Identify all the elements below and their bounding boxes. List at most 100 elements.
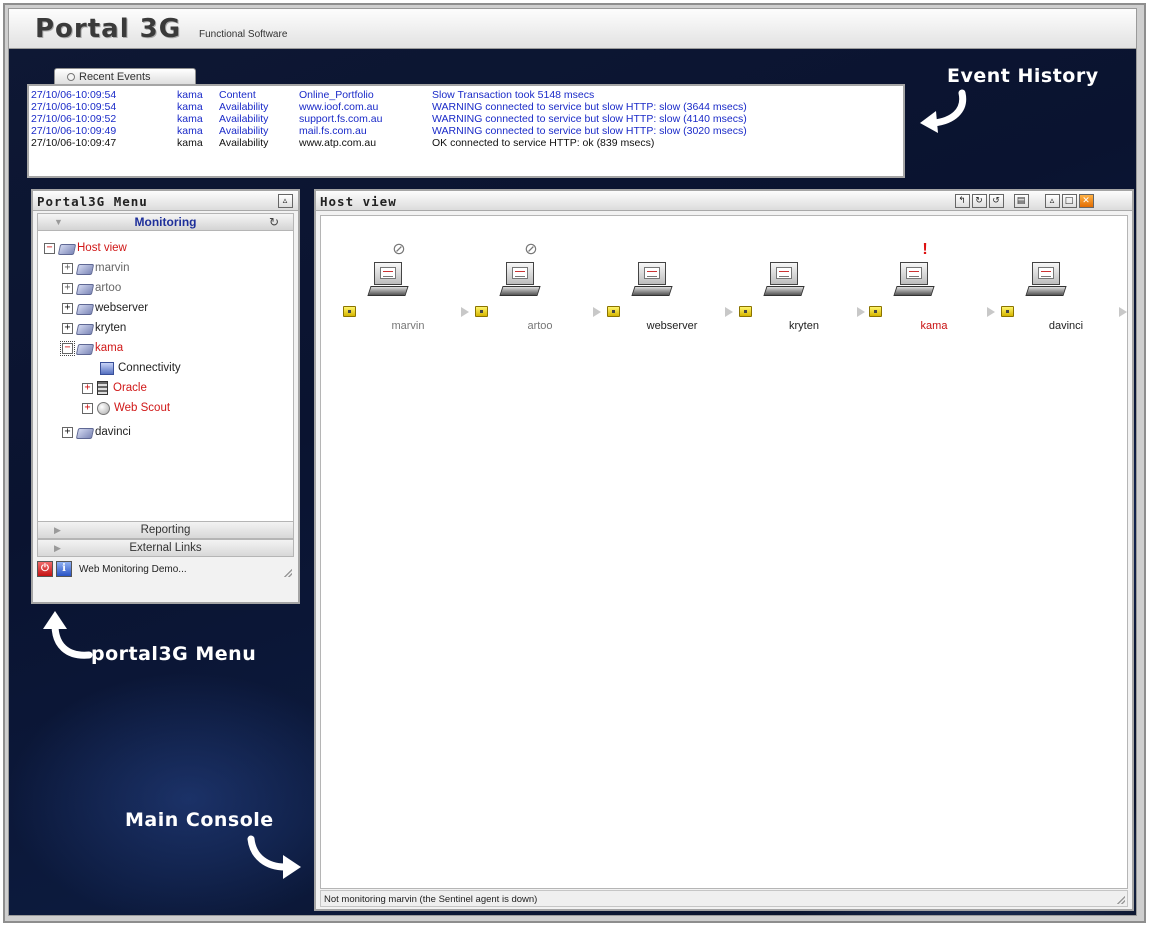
- event-time: 27/10/06-10:09:54: [31, 89, 117, 101]
- tree-node-label: kryten: [95, 322, 127, 334]
- prohibited-icon: ⊘: [524, 241, 538, 258]
- collapsed-triangle-icon: ▶: [54, 543, 61, 553]
- collapse-toggle-icon[interactable]: −: [60, 340, 75, 356]
- exclamation-icon: !: [922, 241, 928, 258]
- host-icon: [77, 322, 93, 334]
- play-icon[interactable]: [1119, 307, 1127, 317]
- back-icon[interactable]: ↰: [955, 194, 970, 208]
- expand-toggle-icon[interactable]: +: [62, 282, 73, 294]
- host-kama[interactable]: ! kama: [869, 240, 999, 345]
- expand-toggle-icon[interactable]: +: [62, 322, 73, 334]
- tree-node-label: marvin: [95, 262, 130, 274]
- tree-node-artoo[interactable]: + artoo: [62, 279, 121, 297]
- event-time: 27/10/06-10:09:47: [31, 137, 117, 149]
- event-row[interactable]: 27/10/06-10:09:52 kama Availability supp…: [31, 113, 901, 125]
- recent-events-list: 27/10/06-10:09:54 kama Content Online_Po…: [27, 84, 905, 178]
- event-row[interactable]: 27/10/06-10:09:54 kama Content Online_Po…: [31, 89, 901, 101]
- tree-node-kryten[interactable]: + kryten: [62, 319, 126, 337]
- info-icon[interactable]: i: [56, 561, 72, 577]
- expand-toggle-icon[interactable]: +: [62, 302, 73, 314]
- host-webserver[interactable]: webserver: [607, 240, 737, 345]
- host-icon: [77, 282, 93, 294]
- accordion-reporting[interactable]: ▶ Reporting: [37, 521, 294, 539]
- tree-node-kama[interactable]: − kama: [60, 339, 123, 357]
- event-service: support.fs.com.au: [299, 113, 383, 125]
- accordion-monitoring-label: Monitoring: [134, 215, 197, 229]
- tree-node-label: Web Scout: [114, 402, 171, 414]
- event-host: kama: [177, 137, 203, 149]
- event-type: Content: [219, 89, 256, 101]
- folder-icon[interactable]: [607, 306, 620, 317]
- host-marvin[interactable]: ⊘ marvin: [343, 240, 473, 345]
- tree-node-connectivity[interactable]: Connectivity: [100, 359, 181, 377]
- refresh-icon[interactable]: ↻: [269, 214, 279, 230]
- folder-icon[interactable]: [869, 306, 882, 317]
- event-row[interactable]: 27/10/06-10:09:54 kama Availability www.…: [31, 101, 901, 113]
- resize-grip-icon[interactable]: [1117, 896, 1125, 904]
- folder-icon[interactable]: [739, 306, 752, 317]
- print-icon[interactable]: ▤: [1014, 194, 1029, 208]
- reload-icon[interactable]: ↺: [989, 194, 1004, 208]
- brand-logo: Portal 3G: [35, 14, 182, 44]
- tree-node-host-view[interactable]: − Host view: [44, 239, 127, 257]
- event-type: Availability: [219, 125, 269, 137]
- expand-toggle-icon[interactable]: +: [82, 382, 93, 394]
- tree-node-oracle[interactable]: + Oracle: [82, 379, 147, 397]
- event-host: kama: [177, 101, 203, 113]
- refresh-icon[interactable]: ↻: [972, 194, 987, 208]
- tree-node-label: Oracle: [113, 382, 147, 394]
- host-view-header: Host view ↰ ↻ ↺ ▤ ▵ □ ✕: [316, 191, 1132, 211]
- callout-portal-menu: portal3G Menu: [91, 643, 257, 665]
- folder-icon[interactable]: [343, 306, 356, 317]
- portal3g-menu-panel: Portal3G Menu ▵ ▼ Monitoring ↻ − Host vie…: [31, 189, 300, 604]
- collapsed-triangle-icon: ▶: [54, 525, 61, 535]
- database-icon: [97, 381, 108, 395]
- accordion-external-links[interactable]: ▶ External Links: [37, 539, 294, 557]
- event-row[interactable]: 27/10/06-10:09:47 kama Availability www.…: [31, 137, 901, 149]
- resize-grip-icon[interactable]: [284, 569, 292, 577]
- close-icon[interactable]: ✕: [1079, 194, 1094, 208]
- play-icon[interactable]: [857, 307, 865, 317]
- tree-node-webserver[interactable]: + webserver: [62, 299, 148, 317]
- collapse-toggle-icon[interactable]: −: [44, 242, 55, 254]
- host-icon: [77, 302, 93, 314]
- event-row[interactable]: 27/10/06-10:09:49 kama Availability mail…: [31, 125, 901, 137]
- play-icon[interactable]: [725, 307, 733, 317]
- computer-icon: [367, 262, 410, 300]
- event-type: Availability: [219, 137, 269, 149]
- expand-toggle-icon[interactable]: +: [82, 402, 93, 414]
- folder-icon[interactable]: [475, 306, 488, 317]
- brand-subtitle: Functional Software: [199, 29, 288, 40]
- expanded-triangle-icon: ▼: [54, 217, 63, 227]
- folder-icon[interactable]: [1001, 306, 1014, 317]
- host-davinci[interactable]: davinci: [1001, 240, 1131, 345]
- curved-arrow-icon: [920, 89, 967, 133]
- maximize-icon[interactable]: □: [1062, 194, 1077, 208]
- expand-toggle-icon[interactable]: +: [62, 262, 73, 274]
- tree-node-davinci[interactable]: + davinci: [62, 423, 131, 441]
- play-icon[interactable]: [987, 307, 995, 317]
- power-icon[interactable]: ⏻: [37, 561, 53, 577]
- computer-icon: [499, 262, 542, 300]
- computer-icon: [1025, 262, 1068, 300]
- event-message: OK connected to service HTTP: ok (839 ms…: [432, 137, 655, 149]
- tree-node-marvin[interactable]: + marvin: [62, 259, 130, 277]
- host-view-title: Host view: [320, 194, 397, 209]
- host-label: webserver: [646, 320, 698, 332]
- play-icon[interactable]: [461, 307, 469, 317]
- portal3g-application: Portal 3G Functional Software Recent Eve…: [8, 8, 1137, 916]
- collapse-icon[interactable]: ▵: [1045, 194, 1060, 208]
- recent-events-tab[interactable]: Recent Events: [54, 68, 196, 85]
- host-kryten[interactable]: kryten: [739, 240, 869, 345]
- collapse-icon[interactable]: ▵: [278, 194, 293, 208]
- accordion-monitoring[interactable]: ▼ Monitoring ↻: [37, 213, 294, 231]
- play-icon[interactable]: [593, 307, 601, 317]
- event-message: WARNING connected to service but slow HT…: [432, 125, 747, 137]
- host-artoo[interactable]: ⊘ artoo: [475, 240, 605, 345]
- menu-status-text: Web Monitoring Demo...: [79, 563, 187, 575]
- host-label: marvin: [391, 320, 425, 332]
- accordion-reporting-label: Reporting: [140, 524, 191, 536]
- expand-toggle-icon[interactable]: +: [62, 426, 73, 438]
- tree-node-web-scout[interactable]: + Web Scout: [82, 399, 170, 417]
- host-view-status-text: Not monitoring marvin (the Sentinel agen…: [324, 894, 538, 905]
